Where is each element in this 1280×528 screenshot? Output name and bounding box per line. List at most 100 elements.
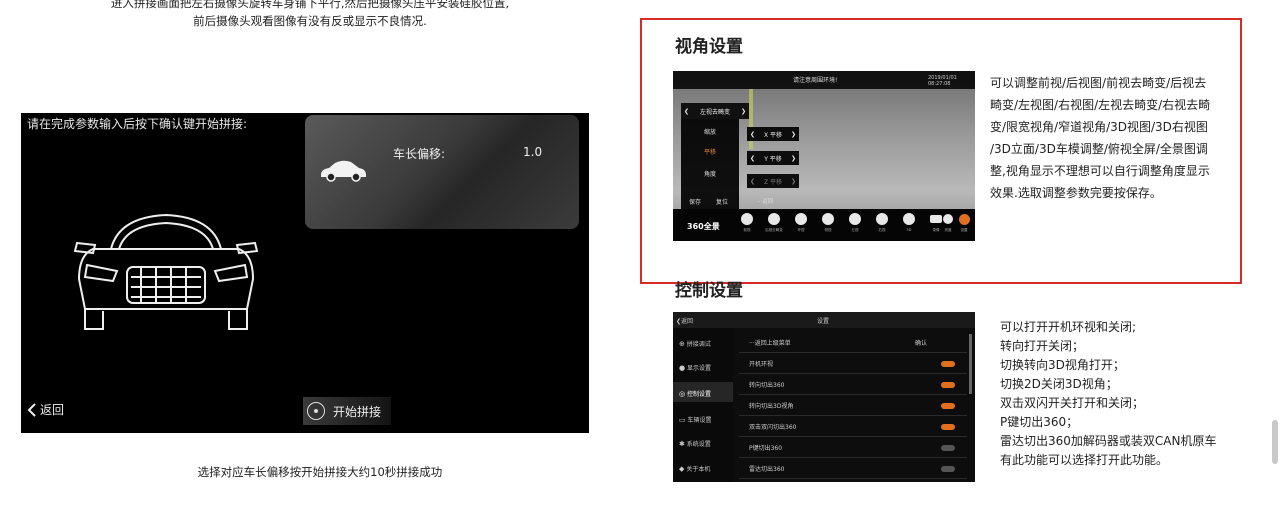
chevron-right-icon[interactable]: ❯: [741, 108, 746, 115]
settings-row[interactable]: 开机环视: [739, 355, 967, 374]
stitch-screenshot: 请在完成参数输入后按下确认键开始拼接: 车长偏移: 1.0 返回 开始拼接: [21, 113, 589, 433]
icon-label: 左视: [851, 228, 859, 232]
page-scrollbar[interactable]: [1272, 420, 1278, 464]
desc-line: 双击双闪开关打开和关闭；: [1000, 396, 1145, 410]
back-button[interactable]: ❮返回: [676, 316, 693, 325]
camera-record-icon[interactable]: [930, 215, 942, 223]
settings-row[interactable]: P键切出360: [739, 439, 967, 458]
control-settings-heading: 控制设置: [675, 281, 743, 301]
settings-row[interactable]: 双击双闪切出360: [739, 418, 967, 437]
car-front-icon: [73, 213, 259, 330]
chevron-right-icon[interactable]: ❯: [791, 155, 796, 162]
chevron-right-icon[interactable]: ❯: [791, 178, 796, 185]
icon-label: 环视: [797, 228, 805, 232]
stitch-caption: 选择对应车长偏移按开始拼接大约10秒拼接成功: [197, 465, 443, 479]
x-pan-label: X 平移: [763, 131, 783, 139]
y-pan-control[interactable]: ❮ Y 平移 ❯: [747, 151, 799, 165]
y-pan-label: Y 平移: [764, 155, 782, 163]
reset-button[interactable]: 复位: [707, 197, 737, 206]
chevron-right-icon[interactable]: ❯: [791, 131, 796, 138]
row-label: ···返回上级菜单: [749, 340, 791, 347]
settings-row[interactable]: ···返回上级菜单 确认: [739, 334, 967, 353]
settings-row[interactable]: 雷达切出360: [739, 460, 967, 479]
desc-line: 切换2D关闭3D视角；: [1000, 377, 1118, 391]
confirm-label[interactable]: 确认: [915, 338, 927, 347]
info-icon: ◆: [679, 465, 685, 473]
sidebar-item-system[interactable]: ✱ 系统设置: [679, 439, 711, 448]
rear-undistort-icon[interactable]: [768, 213, 780, 225]
menu-angle[interactable]: 角度: [681, 169, 739, 178]
back-button[interactable]: 返回: [27, 401, 64, 418]
steering-icon: ◎: [679, 390, 686, 398]
car-length-offset-label: 车长偏移:: [393, 147, 446, 161]
row-label: 转向切出3D视角: [749, 403, 794, 410]
chevron-left-icon[interactable]: ❮: [750, 178, 755, 185]
vehicle-icon: ▭: [679, 416, 686, 424]
desc-line: 整,视角显示不理想可以自行调整角度显示: [990, 164, 1210, 178]
toggle-switch[interactable]: [941, 382, 955, 388]
sidebar-item-display[interactable]: ● 显示设置: [679, 363, 711, 372]
view-selector[interactable]: ❮ 左视去畸变 ❯: [681, 103, 749, 119]
start-stitch-button[interactable]: 开始拼接: [303, 397, 391, 425]
sidebar-item-vehicle[interactable]: ▭ 车辆设置: [679, 415, 712, 424]
toggle-switch[interactable]: [941, 445, 955, 451]
instruction-line-1: 进入拼接画面把左右摄像头旋转车身铺下平行,然后把摄像头压平安装硅胶位置,: [110, 0, 510, 10]
menu-zoom[interactable]: 缩放: [681, 127, 739, 136]
save-button[interactable]: 保存: [681, 197, 709, 206]
toggle-switch[interactable]: [941, 361, 955, 367]
sidebar-item-control[interactable]: ◎ 控制设置: [679, 389, 711, 398]
icon-label: 设置: [960, 228, 968, 232]
chevron-left-icon[interactable]: ❮: [684, 108, 689, 115]
settings-row[interactable]: 转向切出360: [739, 376, 967, 395]
surround-icon[interactable]: [795, 213, 807, 225]
side-view-icon[interactable]: [822, 213, 834, 225]
settings-title: 设置: [817, 318, 830, 325]
sidebar-label: 拼接调试: [686, 341, 711, 348]
toggle-switch[interactable]: [941, 424, 955, 430]
desc-line: 变/限宽视角/窄道视角/3D视图/3D右视图: [990, 120, 1208, 134]
stitch-prompt: 请在完成参数输入后按下确认键开始拼接:: [27, 117, 248, 131]
target-icon: [307, 402, 325, 420]
right-view-icon[interactable]: [876, 213, 888, 225]
car-length-offset-value[interactable]: 1.0: [523, 145, 542, 159]
selected-view: 左视去畸变: [699, 108, 730, 116]
desc-line: 效果.选取调整参数完要按保存。: [990, 186, 1162, 200]
control-description: 可以打开开机环视和关闭; 转向打开关闭； 切换转向3D视角打开； 切换2D关闭3…: [1000, 318, 1216, 470]
sidebar-label: 显示设置: [687, 365, 712, 372]
small-car-icon: [321, 160, 366, 182]
sidebar-item-stitch[interactable]: ⊕ 拼接调试: [679, 339, 711, 348]
scrollbar[interactable]: [969, 334, 972, 394]
3d-view-icon[interactable]: [903, 213, 915, 225]
desc-line: 可以调整前视/后视图/前视去畸变/后视去: [990, 76, 1207, 90]
icon-label: 右视: [878, 228, 886, 232]
desc-line: 雷达切出360加解码器或装双CAN机原车: [1000, 434, 1217, 448]
chevron-left-icon[interactable]: ❮: [750, 131, 755, 138]
toggle-switch[interactable]: [941, 403, 955, 409]
front-view-icon[interactable]: [741, 213, 753, 225]
screen-title: 请注意周围环境!: [793, 77, 838, 84]
settings-row[interactable]: 转向切出3D视角: [739, 397, 967, 416]
sidebar-label: 车辆设置: [687, 417, 712, 424]
sidebar-item-about[interactable]: ◆ 关于本机: [679, 464, 710, 473]
chevron-left-icon[interactable]: ❮: [750, 155, 755, 162]
back-arrow-icon: [27, 402, 36, 417]
screen-time: 2019/01/01 08:27:08: [928, 75, 957, 87]
settings-sidebar: [673, 328, 733, 482]
row-label: 转向切出360: [749, 382, 785, 389]
toggle-switch[interactable]: [941, 466, 955, 472]
desc-line: 畸变/左视图/右视图/左视去畸变/右视去畸: [990, 98, 1211, 112]
icon-label: 侧视: [824, 228, 832, 232]
x-pan-control[interactable]: ❮ X 平移 ❯: [747, 127, 799, 141]
instruction-line-2: 前后摄像头观看图像有没有反或显示不良情况.: [193, 14, 427, 28]
left-view-icon[interactable]: [849, 213, 861, 225]
gear-icon[interactable]: [959, 214, 970, 225]
icon-label: 前视: [743, 228, 751, 232]
sub-back[interactable]: ···返回: [757, 197, 773, 205]
brightness-icon[interactable]: [943, 214, 953, 224]
row-label: 开机环视: [749, 361, 774, 368]
view-settings-heading: 视角设置: [675, 37, 743, 57]
plus-icon: ⊕: [679, 340, 685, 348]
desc-line: 转向打开关闭；: [1000, 339, 1085, 353]
menu-pan[interactable]: 平移: [681, 147, 739, 156]
z-pan-control[interactable]: ❮ Z 平移 ❯: [747, 174, 799, 188]
